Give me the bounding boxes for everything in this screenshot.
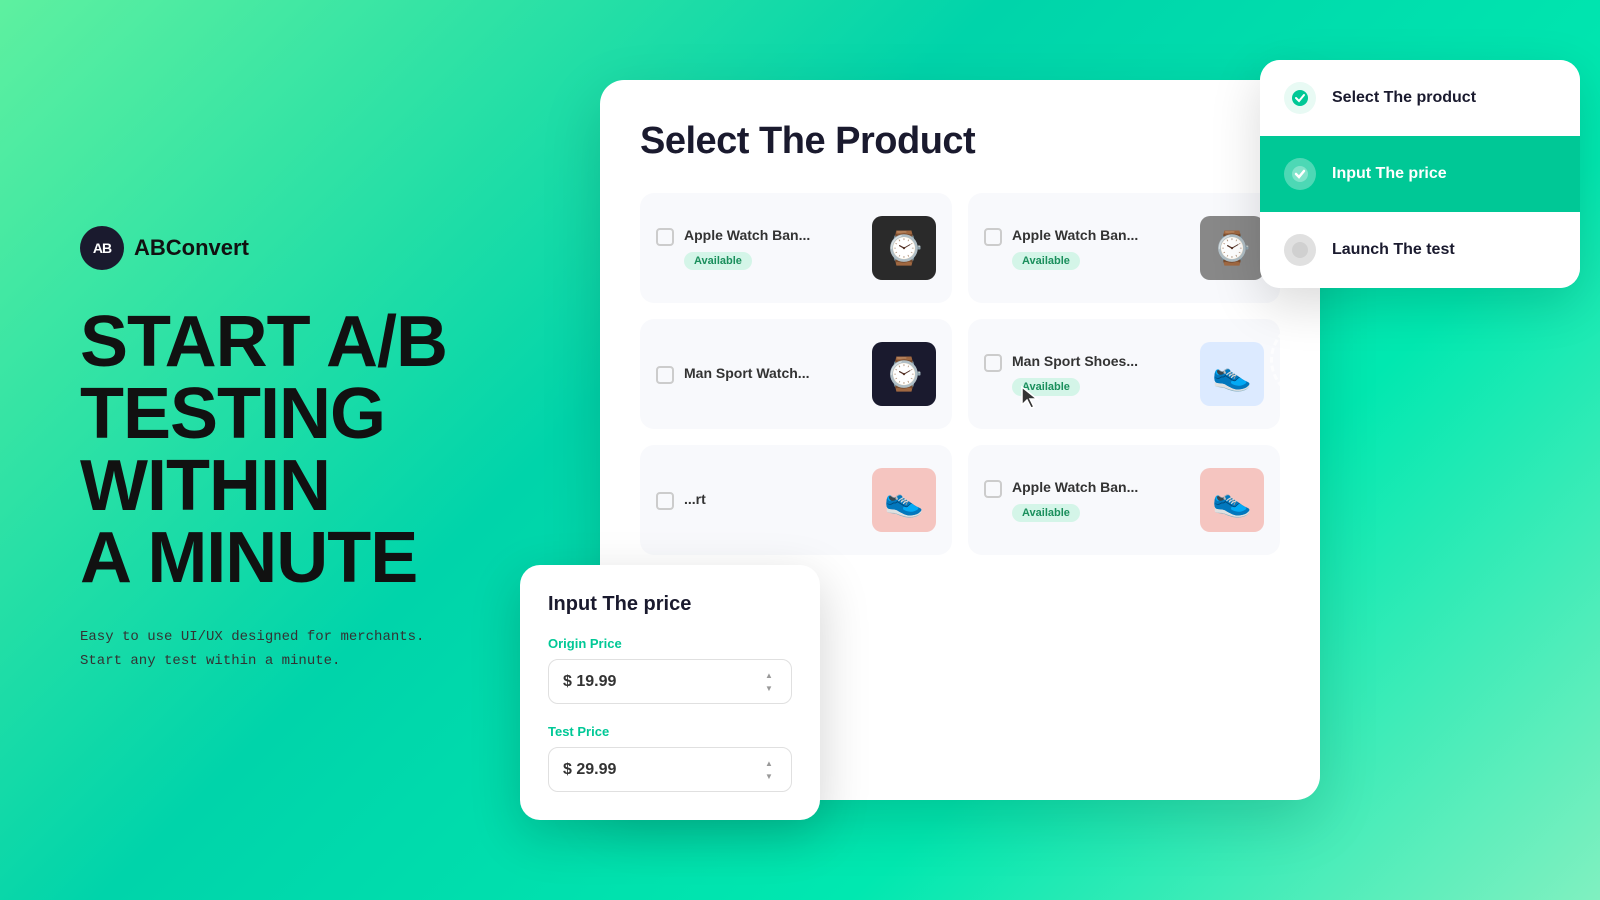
product-item-1[interactable]: Apple Watch Ban... Available ⌚	[640, 193, 952, 303]
circle-icon-3	[1292, 242, 1308, 258]
check-icon-1	[1292, 90, 1308, 106]
step-2-label: Input The price	[1332, 165, 1447, 183]
step-item-2[interactable]: Input The price	[1260, 136, 1580, 212]
product-info-1: Apple Watch Ban... Available	[684, 226, 810, 270]
step-3-label: Launch The test	[1332, 241, 1455, 259]
headline: START A/B TESTING WITHIN A MINUTE	[80, 306, 460, 594]
steps-panel: Select The product Input The price	[1260, 60, 1580, 288]
step-item-3[interactable]: Launch The test	[1260, 212, 1580, 288]
product-info-5: ...rt	[684, 490, 706, 508]
product-item-5[interactable]: ...rt 👟	[640, 445, 952, 555]
product-checkbox-5[interactable]	[656, 492, 674, 510]
logo-icon: AB	[80, 226, 124, 270]
product-image-2: ⌚	[1200, 216, 1264, 280]
test-price-stepper[interactable]: ▲ ▼	[761, 758, 777, 781]
product-image-4: 👟	[1200, 342, 1264, 406]
product-checkbox-6[interactable]	[984, 480, 1002, 498]
product-info-6: Apple Watch Ban... Available	[1012, 478, 1138, 522]
product-info-3: Man Sport Watch...	[684, 364, 809, 382]
step-item-1[interactable]: Select The product	[1260, 60, 1580, 136]
product-checkbox-2[interactable]	[984, 228, 1002, 246]
product-grid: Apple Watch Ban... Available ⌚ Apple Wat…	[640, 193, 1280, 555]
test-stepper-up[interactable]: ▲	[761, 758, 777, 768]
logo-text: ABConvert	[134, 235, 249, 261]
product-image-6: 👟	[1200, 468, 1264, 532]
origin-stepper-up[interactable]: ▲	[761, 670, 777, 680]
test-price-value: $ 29.99	[563, 761, 616, 779]
cursor-icon	[1020, 385, 1042, 411]
test-stepper-down[interactable]: ▼	[761, 771, 777, 781]
product-card-title: Select The Product	[640, 120, 1280, 163]
step-1-icon	[1284, 82, 1316, 114]
step-3-icon	[1284, 234, 1316, 266]
product-checkbox-3[interactable]	[656, 366, 674, 384]
product-info-2: Apple Watch Ban... Available	[1012, 226, 1138, 270]
product-image-1: ⌚	[872, 216, 936, 280]
origin-price-input[interactable]: $ 19.99 ▲ ▼	[548, 659, 792, 704]
product-image-3: ⌚	[872, 342, 936, 406]
product-checkbox-1[interactable]	[656, 228, 674, 246]
logo-row: AB ABConvert	[80, 226, 460, 270]
test-price-label: Test Price	[548, 724, 792, 739]
price-input-card: Input The price Origin Price $ 19.99 ▲ ▼…	[520, 565, 820, 820]
step-1-label: Select The product	[1332, 89, 1476, 107]
subtitle: Easy to use UI/UX designed for merchants…	[80, 626, 460, 674]
page-wrapper: AB ABConvert START A/B TESTING WITHIN A …	[0, 0, 1600, 900]
product-item-6[interactable]: Apple Watch Ban... Available 👟	[968, 445, 1280, 555]
origin-stepper-down[interactable]: ▼	[761, 683, 777, 693]
left-panel: AB ABConvert START A/B TESTING WITHIN A …	[0, 166, 520, 734]
product-item-2[interactable]: Apple Watch Ban... Available ⌚	[968, 193, 1280, 303]
product-image-5: 👟	[872, 468, 936, 532]
origin-price-value: $ 19.99	[563, 673, 616, 691]
step-2-icon	[1284, 158, 1316, 190]
origin-price-label: Origin Price	[548, 636, 792, 651]
product-item-4[interactable]: Man Sport Shoes... Available 👟	[968, 319, 1280, 429]
origin-price-stepper[interactable]: ▲ ▼	[761, 670, 777, 693]
right-panel: Select The Product Apple Watch Ban... Av…	[520, 0, 1600, 900]
check-icon-2	[1292, 166, 1308, 182]
product-item-3[interactable]: Man Sport Watch... ⌚	[640, 319, 952, 429]
price-card-title: Input The price	[548, 593, 792, 616]
product-checkbox-4[interactable]	[984, 354, 1002, 372]
test-price-input[interactable]: $ 29.99 ▲ ▼	[548, 747, 792, 792]
